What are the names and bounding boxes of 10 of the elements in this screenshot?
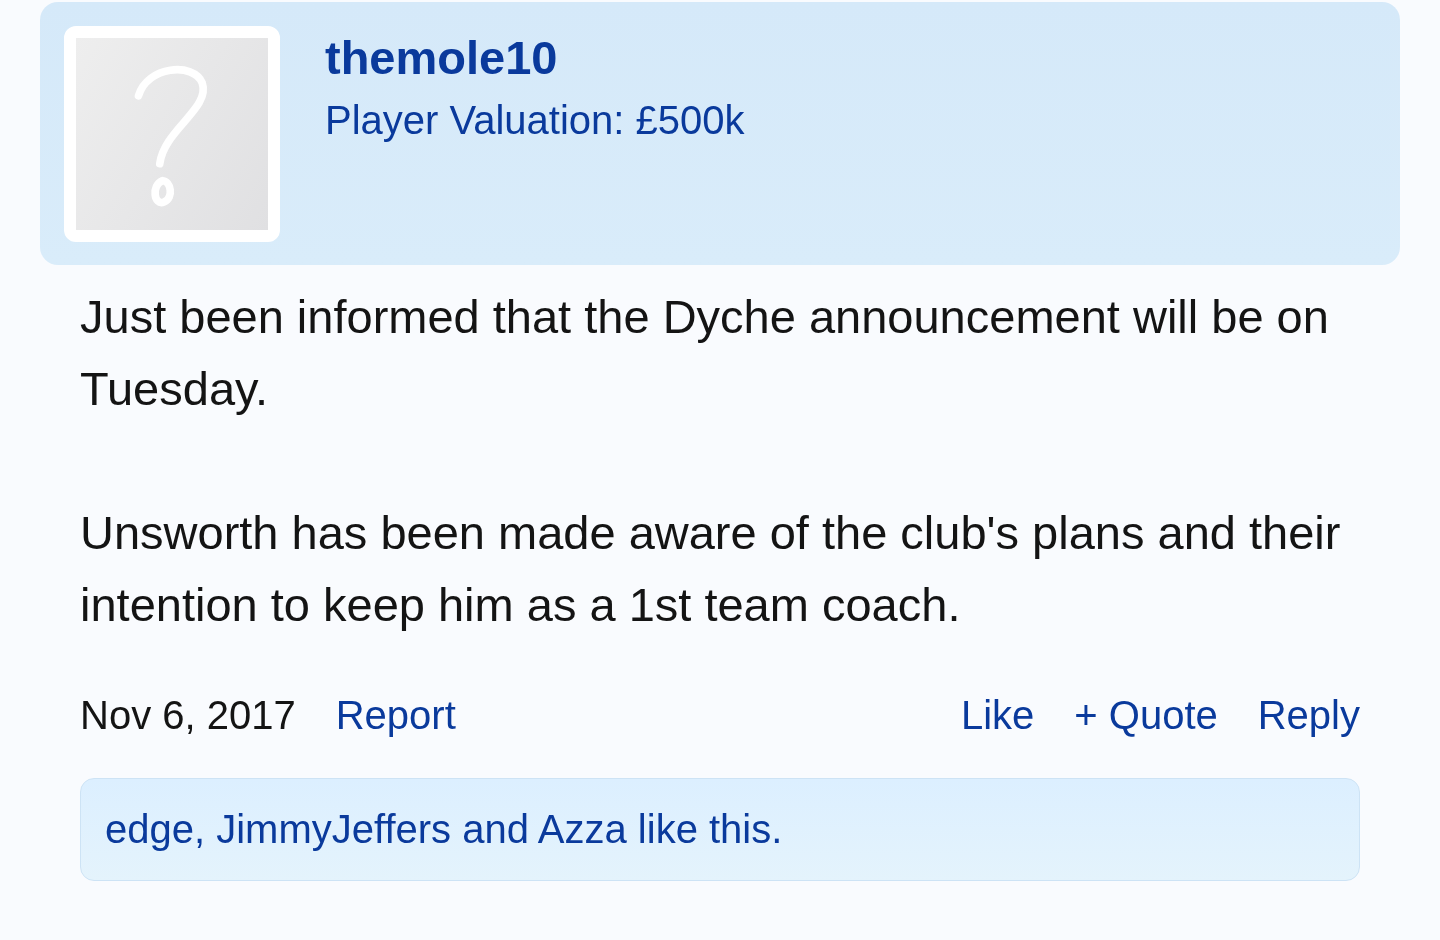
likes-summary: edge, JimmyJeffers and Azza like this. xyxy=(80,778,1360,881)
report-link[interactable]: Report xyxy=(335,693,456,738)
post-paragraph: Just been informed that the Dyche announcement will be on Tuesday. xyxy=(80,289,1330,417)
post-date: Nov 6, 2017 xyxy=(80,693,296,738)
reply-link[interactable]: Reply xyxy=(1257,693,1360,738)
username-link[interactable]: themole10 xyxy=(325,28,745,88)
like-link[interactable]: Like xyxy=(960,693,1035,738)
post-paragraph: Unsworth has been made aware of the club's plans and their intention to keep him as a 1st team coach. xyxy=(80,505,1342,633)
user-title: Player Valuation: £500k xyxy=(325,97,745,144)
quote-link[interactable]: + Quote xyxy=(1074,693,1218,738)
